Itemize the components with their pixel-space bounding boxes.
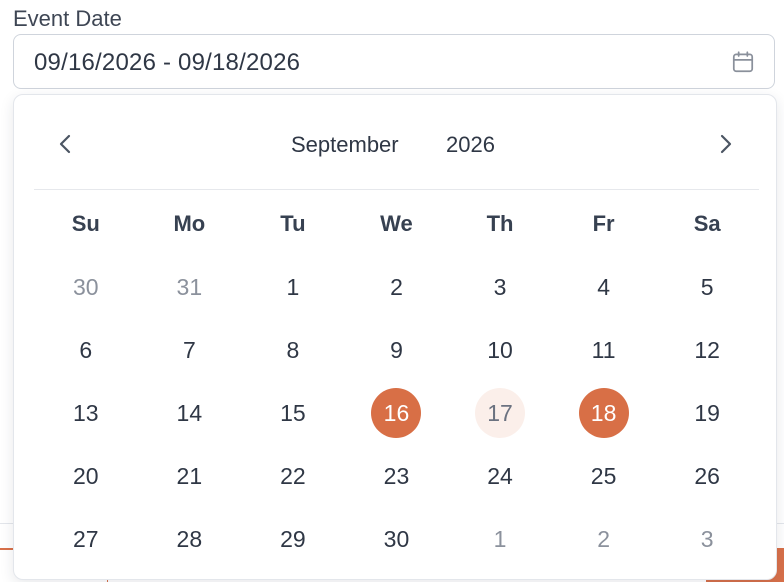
event-date-label: Event Date	[13, 6, 122, 31]
calendar-day-in-range[interactable]: 17	[475, 387, 526, 438]
calendar-week-row: 30 31 1 2 3 4 5	[34, 255, 759, 318]
calendar-day[interactable]: 28	[164, 514, 214, 564]
calendar-day-cell: 17	[448, 381, 552, 444]
weekday-header: Th	[486, 211, 514, 236]
calendar-day[interactable]: 1	[268, 262, 318, 312]
calendar-day-cell: 8	[241, 318, 345, 381]
calendar-week-row: 27 28 29 30 1 2 3	[34, 507, 759, 570]
calendar-day-cell: 30	[345, 507, 449, 570]
calendar-day[interactable]: 9	[371, 325, 421, 375]
calendar-day-cell: 16	[345, 381, 449, 444]
calendar-day[interactable]: 27	[61, 514, 111, 564]
calendar-day[interactable]: 20	[61, 451, 111, 501]
calendar-day-cell: 27	[34, 507, 138, 570]
calendar-day-cell: 25	[552, 444, 656, 507]
weekday-header: Mo	[173, 211, 206, 236]
calendar-day[interactable]: 7	[164, 325, 214, 375]
calendar-day[interactable]: 11	[579, 325, 629, 375]
weekday-header: Fr	[592, 211, 615, 236]
calendar-day[interactable]: 12	[682, 325, 732, 375]
event-date-picker: Event Date 09/16/2026 - 09/18/2026 Septe…	[0, 0, 784, 582]
calendar-day-cell: 1	[241, 255, 345, 318]
calendar-day-cell: 21	[138, 444, 242, 507]
calendar-day-cell: 26	[655, 444, 759, 507]
calendar-day-range-start[interactable]: 16	[371, 387, 422, 438]
calendar-day-cell: 4	[552, 255, 656, 318]
calendar-day[interactable]: 23	[371, 451, 421, 501]
calendar-day[interactable]: 6	[61, 325, 111, 375]
calendar-day-cell: 5	[655, 255, 759, 318]
month-selector[interactable]: September	[291, 132, 399, 158]
weekday-header: Sa	[693, 211, 721, 236]
chevron-right-icon[interactable]	[711, 129, 739, 159]
calendar-day-cell: 28	[138, 507, 242, 570]
calendar-day-cell: 1	[448, 507, 552, 570]
calendar-day[interactable]: 30	[371, 514, 421, 564]
calendar-day-cell: 24	[448, 444, 552, 507]
calendar-day[interactable]: 21	[164, 451, 214, 501]
calendar-day[interactable]: 10	[475, 325, 525, 375]
event-date-input[interactable]: 09/16/2026 - 09/18/2026	[13, 34, 775, 89]
calendar-day-outside-month[interactable]: 2	[579, 514, 629, 564]
calendar-day-cell: 31	[138, 255, 242, 318]
calendar-day-cell: 11	[552, 318, 656, 381]
chevron-left-icon[interactable]	[52, 129, 80, 159]
calendar-day[interactable]: 5	[682, 262, 732, 312]
year-selector[interactable]: 2026	[446, 132, 495, 158]
calendar-day-outside-month[interactable]: 1	[475, 514, 525, 564]
calendar-day[interactable]: 8	[268, 325, 318, 375]
calendar-day-cell: 6	[34, 318, 138, 381]
calendar-day[interactable]: 19	[682, 388, 732, 438]
calendar-day[interactable]: 13	[61, 388, 111, 438]
calendar-day-cell: 22	[241, 444, 345, 507]
weekday-header-row: Su Mo Tu We Th Fr Sa	[34, 193, 759, 255]
calendar-week-row: 13 14 15 16 17 18 19	[34, 381, 759, 444]
calendar-day-cell: 2	[345, 255, 449, 318]
header-divider	[34, 189, 759, 190]
calendar-day-outside-month[interactable]: 31	[164, 262, 214, 312]
calendar-day-cell: 23	[345, 444, 449, 507]
calendar-day-cell: 9	[345, 318, 449, 381]
calendar-day[interactable]: 3	[475, 262, 525, 312]
calendar-day[interactable]: 15	[268, 388, 318, 438]
calendar-day-cell: 2	[552, 507, 656, 570]
weekday-header: Su	[71, 211, 100, 236]
calendar-day-cell: 19	[655, 381, 759, 444]
calendar-day[interactable]: 22	[268, 451, 318, 501]
calendar-day-cell: 15	[241, 381, 345, 444]
calendar-day-cell: 20	[34, 444, 138, 507]
calendar-day-cell: 30	[34, 255, 138, 318]
calendar-grid: Su Mo Tu We Th Fr Sa 30 31 1 2 3 4 5 6 7 8 9 10 11 12 13 14 15…	[34, 193, 759, 570]
calendar-day[interactable]: 4	[579, 262, 629, 312]
date-range-value: 09/16/2026 - 09/18/2026	[34, 49, 301, 76]
calendar-day-cell: 12	[655, 318, 759, 381]
calendar-week-row: 20 21 22 23 24 25 26	[34, 444, 759, 507]
calendar-day-cell: 18	[552, 381, 656, 444]
weekday-header: Tu	[280, 211, 306, 236]
calendar-weeks: 30 31 1 2 3 4 5 6 7 8 9 10 11 12 13 14 15 16 17 18 19 20 21 22 2…	[34, 255, 759, 570]
calendar-day-outside-month[interactable]: 3	[682, 514, 732, 564]
calendar-day[interactable]: 29	[268, 514, 318, 564]
calendar-day-outside-month[interactable]: 30	[61, 262, 111, 312]
weekday-header: We	[380, 211, 413, 236]
calendar-day[interactable]: 2	[371, 262, 421, 312]
calendar-day[interactable]: 14	[164, 388, 214, 438]
calendar-day-cell: 10	[448, 318, 552, 381]
calendar-day-cell: 29	[241, 507, 345, 570]
calendar-icon[interactable]	[730, 49, 756, 75]
calendar-day-cell: 3	[448, 255, 552, 318]
calendar-day-cell: 13	[34, 381, 138, 444]
calendar-day-cell: 7	[138, 318, 242, 381]
calendar-week-row: 6 7 8 9 10 11 12	[34, 318, 759, 381]
calendar-day[interactable]: 24	[475, 451, 525, 501]
calendar-day-range-end[interactable]: 18	[578, 387, 629, 438]
calendar-popup: September 2026 Su Mo Tu We Th Fr Sa 30 31 1 2 3 4 5 6…	[13, 94, 777, 580]
calendar-day-cell: 14	[138, 381, 242, 444]
calendar-day[interactable]: 25	[579, 451, 629, 501]
calendar-day[interactable]: 26	[682, 451, 732, 501]
calendar-day-cell: 3	[655, 507, 759, 570]
